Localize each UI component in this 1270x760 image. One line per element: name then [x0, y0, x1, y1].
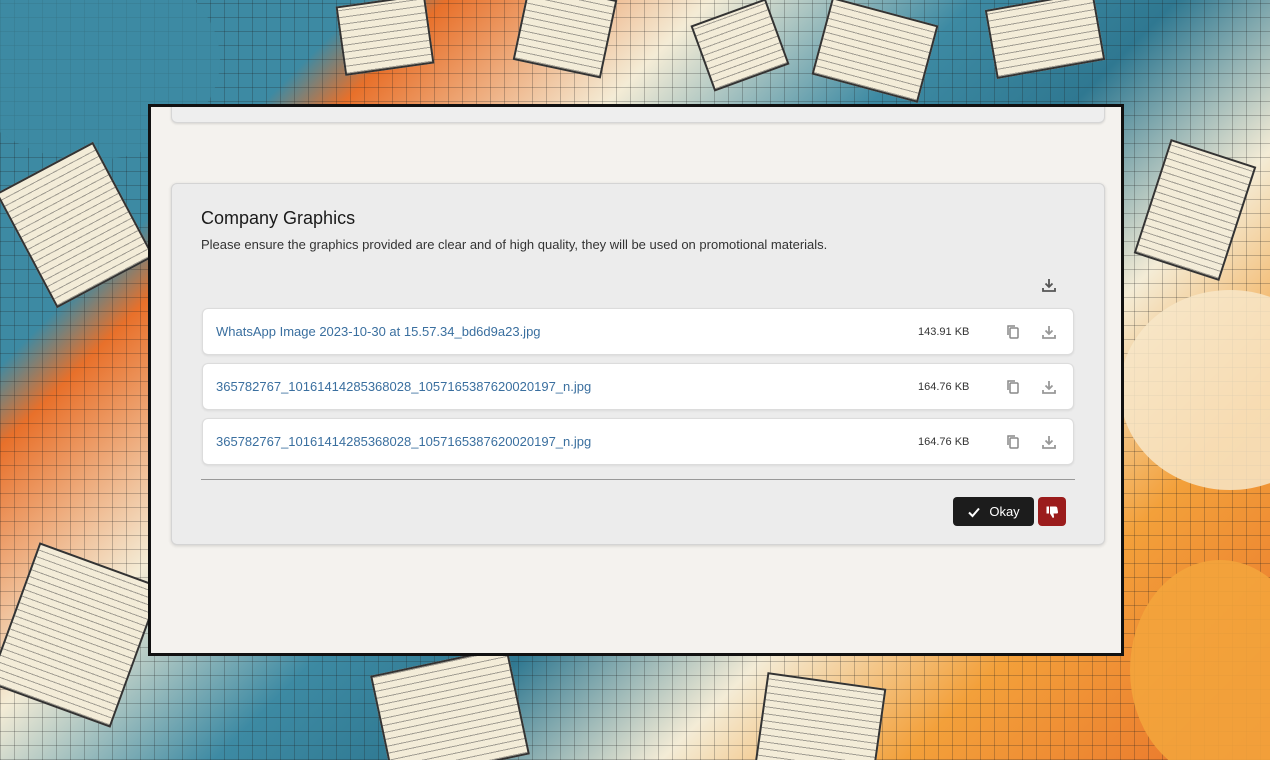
copy-icon: [1007, 435, 1019, 449]
divider: [201, 479, 1075, 480]
copy-button[interactable]: [1003, 432, 1023, 452]
download-icon: [1042, 436, 1056, 449]
download-all-button[interactable]: [1038, 274, 1060, 296]
copy-button[interactable]: [1003, 322, 1023, 342]
previous-section-card: [171, 107, 1105, 123]
file-link[interactable]: WhatsApp Image 2023-10-30 at 15.57.34_bd…: [216, 324, 541, 339]
okay-label: Okay: [989, 504, 1020, 519]
download-icon: [1042, 326, 1056, 339]
section-description: Please ensure the graphics provided are …: [201, 237, 828, 252]
download-icon: [1042, 279, 1056, 292]
check-icon: [968, 507, 981, 517]
file-size: 143.91 KB: [918, 326, 970, 338]
file-link[interactable]: 365782767_10161414285368028_105716538762…: [216, 434, 591, 449]
file-size: 164.76 KB: [918, 381, 970, 393]
file-row: 365782767_10161414285368028_105716538762…: [202, 418, 1074, 465]
copy-icon: [1007, 380, 1019, 394]
file-row: WhatsApp Image 2023-10-30 at 15.57.34_bd…: [202, 308, 1074, 355]
download-button[interactable]: [1039, 322, 1059, 342]
company-graphics-section: Company Graphics Please ensure the graph…: [171, 183, 1105, 545]
file-size: 164.76 KB: [918, 436, 970, 448]
copy-button[interactable]: [1003, 377, 1023, 397]
dialog-window: Company Graphics Please ensure the graph…: [148, 104, 1124, 656]
file-link[interactable]: 365782767_10161414285368028_105716538762…: [216, 379, 591, 394]
download-button[interactable]: [1039, 432, 1059, 452]
download-button[interactable]: [1039, 377, 1059, 397]
file-row: 365782767_10161414285368028_105716538762…: [202, 363, 1074, 410]
thumbs-down-icon: [1046, 506, 1059, 518]
copy-icon: [1007, 325, 1019, 339]
download-icon: [1042, 381, 1056, 394]
okay-button[interactable]: Okay: [953, 497, 1034, 526]
reject-button[interactable]: [1038, 497, 1066, 526]
section-title: Company Graphics: [201, 208, 356, 228]
